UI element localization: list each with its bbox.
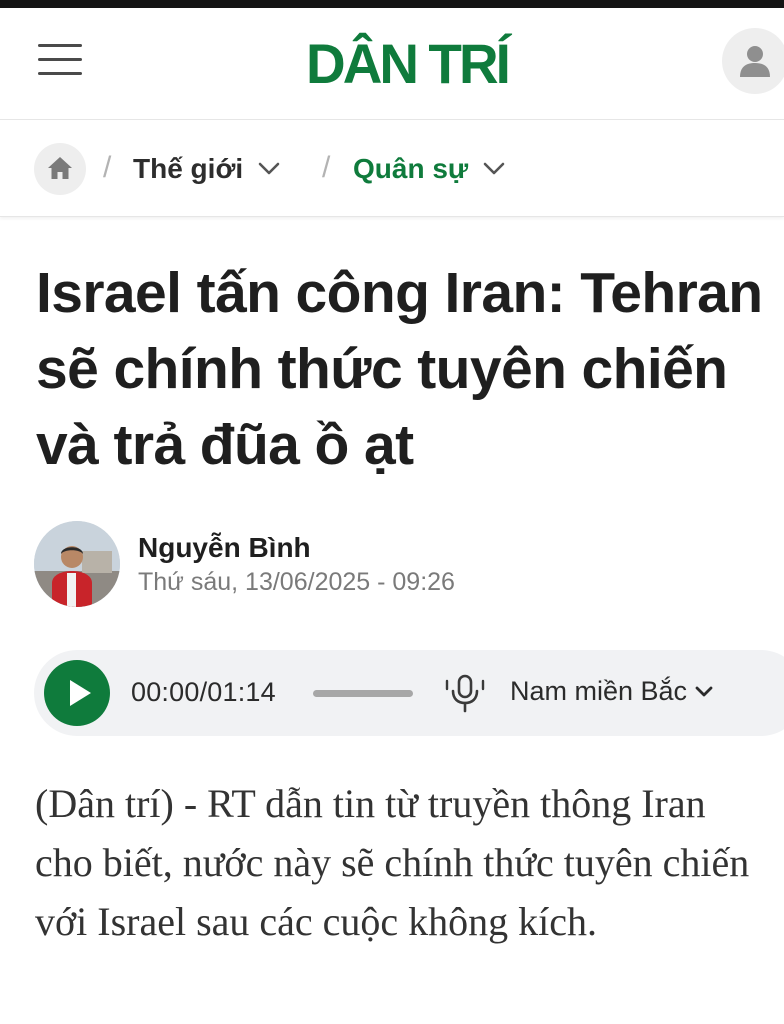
user-icon[interactable] <box>722 28 784 94</box>
home-icon[interactable] <box>34 143 86 195</box>
play-icon[interactable] <box>44 660 110 726</box>
audio-time: 00:00/01:14 <box>131 677 276 707</box>
audio-progress-bar[interactable] <box>313 690 413 697</box>
breadcrumb-label: Quân sự <box>353 153 469 184</box>
publish-date: Thứ sáu, 13/06/2025 - 09:26 <box>138 568 455 596</box>
breadcrumb: / Thế giới / Quân sự <box>0 121 784 217</box>
breadcrumb-separator: / <box>103 151 112 184</box>
breadcrumb-item-quan-su[interactable]: Quân sự <box>353 153 506 185</box>
microphone-icon[interactable] <box>444 672 486 714</box>
hamburger-menu-icon[interactable] <box>38 40 84 80</box>
article-title: Israel tấn công Iran: Tehran sẽ chính th… <box>36 261 763 477</box>
site-logo[interactable]: DÂN TRÍ <box>306 32 511 95</box>
article-lead: (Dân trí) - RT dẫn tin từ truyền thông I… <box>35 781 750 944</box>
chevron-down-icon <box>258 162 280 175</box>
chevron-down-icon <box>695 686 713 696</box>
author-name[interactable]: Nguyễn Bình <box>138 532 311 564</box>
voice-label: Nam miền Bắc <box>510 676 688 706</box>
breadcrumb-item-the-gioi[interactable]: Thế giới <box>133 153 281 185</box>
breadcrumb-label: Thế giới <box>133 153 244 184</box>
chevron-down-icon <box>483 162 505 175</box>
breadcrumb-separator: / <box>322 151 331 184</box>
author-avatar[interactable] <box>34 521 120 607</box>
audio-player: 00:00/01:14 Nam miền Bắc <box>34 650 784 736</box>
top-status-strip <box>0 0 784 8</box>
voice-select[interactable]: Nam miền Bắc <box>510 676 713 707</box>
site-header: DÂN TRÍ <box>0 8 784 120</box>
